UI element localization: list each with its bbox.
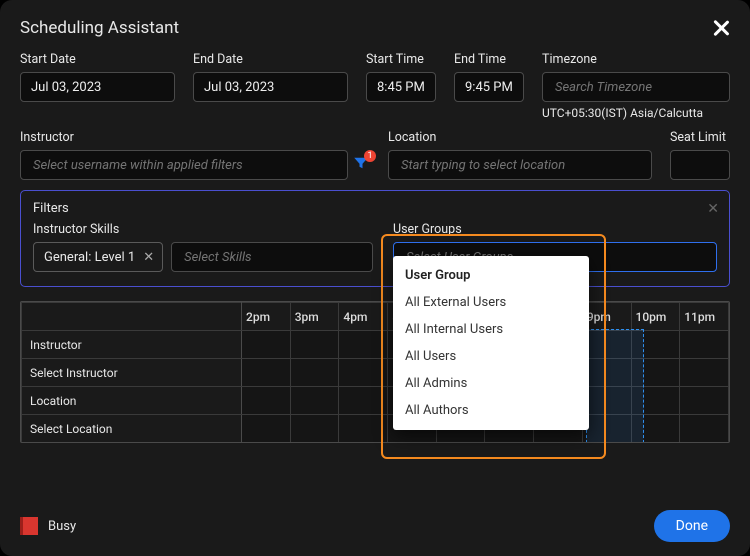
filter-badge: 1 [364,150,376,162]
hour-col: 9pm [582,303,631,331]
location-label: Location [388,130,652,145]
legend: Busy [20,517,76,535]
timezone-search[interactable] [553,79,719,96]
schedule-row: Location [22,387,729,415]
busy-swatch [20,517,38,535]
done-button[interactable]: Done [654,510,730,542]
schedule-grid: 2pm 3pm 4pm 5pm 6pm 7pm 8pm 9pm 10pm 11p… [20,301,730,443]
schedule-header-row: 2pm 3pm 4pm 5pm 6pm 7pm 8pm 9pm 10pm 11p… [22,303,729,331]
skill-chip[interactable]: General: Level 1 ✕ [33,242,163,272]
row-label: Instructor [22,331,242,359]
start-date-input[interactable]: Jul 03, 2023 [20,72,175,102]
hour-col: 10pm [631,303,680,331]
filters-panel: ✕ Filters Instructor Skills General: Lev… [20,190,730,287]
row-label[interactable]: Select Instructor [22,359,242,387]
skills-search[interactable] [182,249,362,266]
seat-limit-label: Seat Limit [670,130,730,145]
end-date-label: End Date [193,52,348,67]
end-time-input[interactable]: 9:45 PM [454,72,524,102]
skill-chip-label: General: Level 1 [44,250,135,265]
chip-remove-icon[interactable]: ✕ [143,250,154,265]
schedule-row: Select Instructor [22,359,729,387]
busy-label: Busy [48,519,76,534]
start-time-input[interactable]: 8:45 PM [366,72,436,102]
start-date-label: Start Date [20,52,175,67]
hour-col: 3pm [290,303,339,331]
skills-label: Instructor Skills [33,222,373,237]
seat-limit-input[interactable] [670,150,730,180]
timezone-hint: UTC+05:30(IST) Asia/Calcutta [542,106,730,120]
seat-limit-value[interactable] [681,157,719,174]
schedule-row: Select Location [22,415,729,443]
end-date-input[interactable]: Jul 03, 2023 [193,72,348,102]
schedule-row: Instructor [22,331,729,359]
hour-col: 2pm [242,303,291,331]
instructor-search[interactable] [31,157,337,174]
skills-input[interactable] [171,242,373,272]
user-groups-dropdown: User Group All External Users All Intern… [393,256,589,430]
row-label: Location [22,387,242,415]
dropdown-header: User Group [393,262,589,289]
location-search[interactable] [399,157,641,174]
dropdown-item[interactable]: All Users [393,343,589,370]
filters-close-icon[interactable]: ✕ [707,201,719,217]
end-time-label: End Time [454,52,524,67]
filters-title: Filters [33,201,717,216]
dropdown-item[interactable]: All External Users [393,289,589,316]
timezone-label: Timezone [542,52,730,67]
user-groups-label: User Groups [393,222,717,237]
dropdown-item[interactable]: All Internal Users [393,316,589,343]
dropdown-item[interactable]: All Authors [393,397,589,424]
filter-icon[interactable]: 1 [352,154,370,176]
hour-col: 11pm [680,303,729,331]
dialog-title: Scheduling Assistant [20,18,179,38]
instructor-label: Instructor [20,130,370,145]
row-label[interactable]: Select Location [22,415,242,443]
hour-col: 4pm [339,303,388,331]
start-time-label: Start Time [366,52,436,67]
location-input[interactable] [388,150,652,180]
close-icon[interactable] [712,19,730,37]
timezone-input[interactable] [542,72,730,102]
dropdown-item[interactable]: All Admins [393,370,589,397]
instructor-input[interactable] [20,150,348,180]
